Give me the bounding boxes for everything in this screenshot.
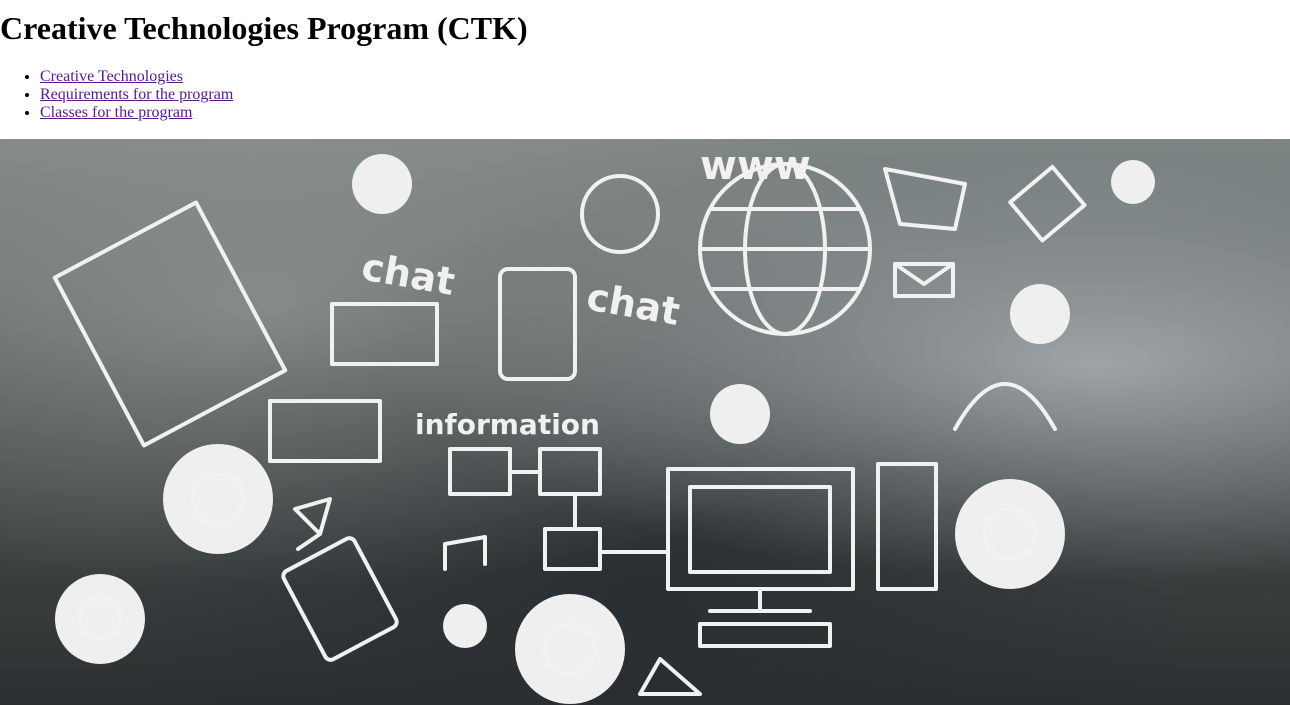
tablet-doodle-icon bbox=[52, 200, 288, 448]
cart-icon bbox=[883, 167, 967, 231]
envelope-icon bbox=[893, 164, 1087, 298]
nav-item: Creative Technologies bbox=[40, 68, 1290, 86]
technology-doodles-image: www chat chat information bbox=[0, 139, 1290, 705]
gear-icon bbox=[55, 154, 1155, 704]
tower-icon bbox=[876, 462, 938, 591]
folder-icon bbox=[448, 447, 670, 571]
nav-list: Creative Technologies Requirements for t… bbox=[0, 68, 1290, 122]
network-icon bbox=[293, 497, 702, 696]
chat-label: chat bbox=[358, 245, 458, 305]
nav-item: Requirements for the program bbox=[40, 86, 1290, 104]
music-note-icon bbox=[443, 535, 487, 571]
monitor-icon bbox=[666, 467, 855, 648]
phone-icon bbox=[498, 267, 577, 381]
headphones-icon bbox=[953, 382, 1057, 431]
media-player-icon bbox=[281, 536, 399, 662]
link-creative-technologies[interactable]: Creative Technologies bbox=[40, 68, 183, 85]
link-requirements[interactable]: Requirements for the program bbox=[40, 86, 233, 103]
globe-icon bbox=[698, 162, 872, 336]
nav-item: Classes for the program bbox=[40, 104, 1290, 122]
page-title: Creative Technologies Program (CTK) bbox=[0, 10, 528, 46]
information-label: information bbox=[415, 408, 600, 441]
link-classes[interactable]: Classes for the program bbox=[40, 104, 192, 121]
chat-label: chat bbox=[583, 275, 683, 335]
www-label: www bbox=[700, 143, 811, 189]
